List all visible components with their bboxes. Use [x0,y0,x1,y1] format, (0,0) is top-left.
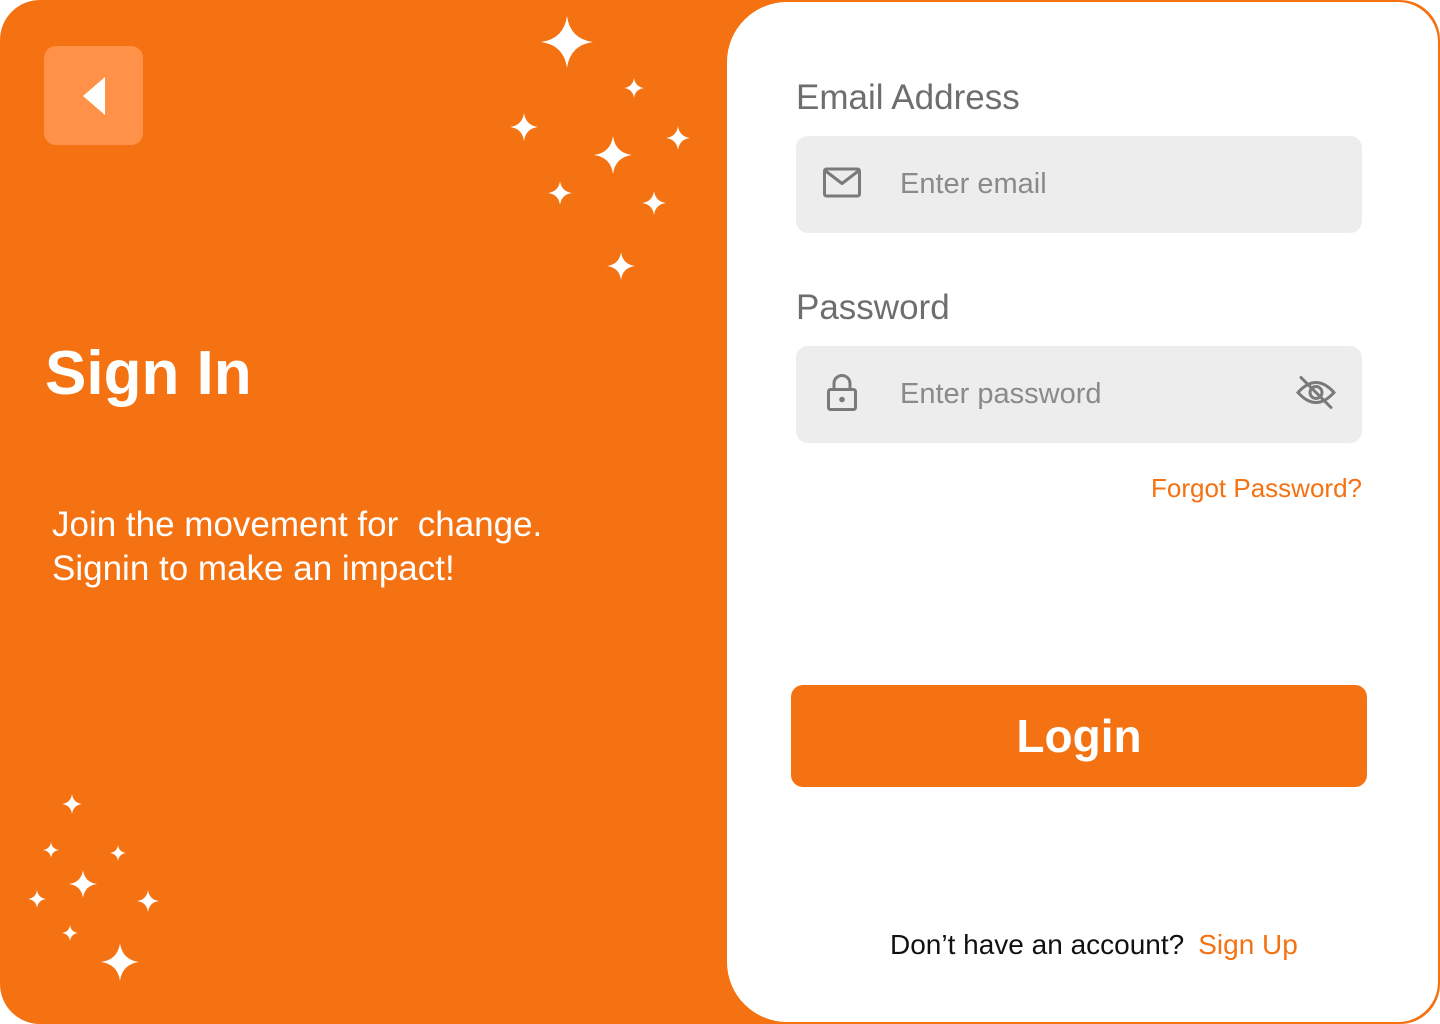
sparkle-icon [137,890,159,912]
signup-row: Don’t have an account? Sign Up [890,927,1298,963]
lock-icon [826,372,858,417]
caret-left-icon [82,76,105,115]
sparkle-icon [110,845,126,861]
password-label: Password [796,288,950,327]
sparkle-icon [541,16,593,68]
sparkle-icon [62,925,78,941]
sparkle-icon [62,794,82,814]
eye-off-icon[interactable] [1295,374,1337,415]
sparkle-icon [594,136,632,174]
sparkle-icon [624,78,644,98]
sparkle-icon [642,191,666,215]
sparkle-icon [69,870,97,898]
signup-link[interactable]: Sign Up [1198,929,1298,960]
password-input[interactable] [900,346,1280,443]
sparkle-icon [28,890,46,908]
back-button[interactable] [44,46,143,145]
signup-prompt: Don’t have an account? [890,929,1185,960]
sparkle-icon [607,252,635,280]
mail-icon [822,166,862,203]
email-input[interactable] [900,136,1280,233]
sparkle-icon [548,181,572,205]
hero-subtitle: Join the movement for change. Signin to … [52,505,543,588]
login-button[interactable]: Login [791,685,1367,787]
sparkle-icon [510,113,538,141]
sparkle-icon [43,842,59,858]
app-frame: Sign In Join the movement for change. Si… [0,0,1440,1024]
email-label: Email Address [796,78,1020,117]
sparkle-icon [666,126,690,150]
hero-panel: Sign In Join the movement for change. Si… [0,0,760,1024]
signin-form-panel: Email Address Password [727,2,1438,1022]
email-field[interactable] [796,136,1362,233]
forgot-password-link[interactable]: Forgot Password? [1151,472,1362,504]
sparkle-icon [101,943,139,981]
page-title: Sign In [45,339,252,408]
password-field[interactable] [796,346,1362,443]
